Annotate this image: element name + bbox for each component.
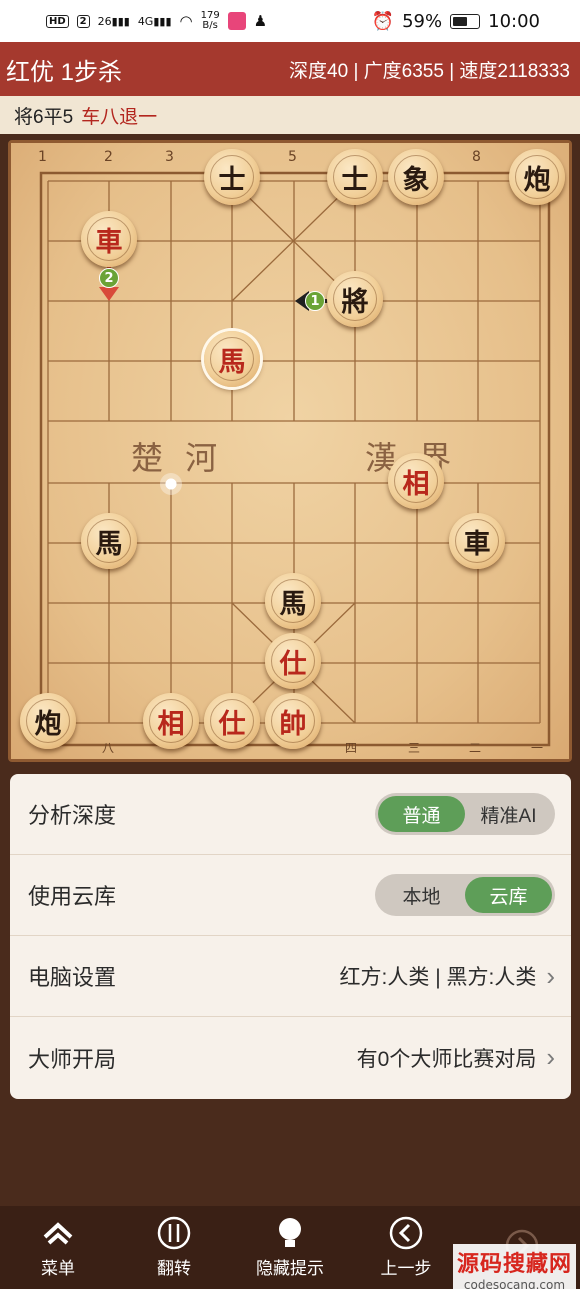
piece-black-general[interactable]: 將: [327, 271, 383, 327]
move-marker-2: 2: [99, 268, 119, 288]
file-label-2: 二: [469, 741, 482, 755]
setting-analysis-depth: 分析深度 普通 精准AI: [10, 774, 571, 855]
chevron-right-icon: ›: [546, 960, 555, 991]
file-label-4: 四: [345, 741, 358, 755]
piece-red-king[interactable]: 帥: [265, 693, 321, 749]
piece-red-advisor[interactable]: 仕: [265, 633, 321, 689]
file-number-3: 3: [165, 149, 174, 165]
setting-master-opening[interactable]: 大师开局 有0个大师比赛对局 ›: [10, 1017, 571, 1098]
move-target-dot[interactable]: [160, 473, 182, 495]
piece-black-horse[interactable]: 馬: [265, 573, 321, 629]
option-precise-ai[interactable]: 精准AI: [465, 796, 552, 832]
piece-black-cannon[interactable]: 炮: [20, 693, 76, 749]
master-opening-label: 大师开局: [28, 1046, 117, 1072]
piece-black-elephant[interactable]: 象: [388, 149, 444, 205]
river-chu-he: 楚 河: [131, 439, 224, 477]
file-label-3: 三: [408, 741, 421, 755]
analysis-depth-label: 分析深度: [28, 803, 117, 828]
nav-previous[interactable]: 上一步: [348, 1206, 464, 1289]
menu-chevron-icon: [41, 1216, 75, 1250]
piece-red-elephant[interactable]: 相: [143, 693, 199, 749]
nav-flip[interactable]: 翻转: [116, 1206, 232, 1289]
cloud-db-toggle[interactable]: 本地 云库: [375, 874, 555, 916]
chess-board[interactable]: 1 2 3 5 8 八 四 三 二 一 楚 河 漢 界 士 士 象 炮 車 將 …: [8, 140, 572, 762]
piece-black-cannon[interactable]: 炮: [509, 149, 565, 205]
chevron-right-icon: ›: [546, 1042, 555, 1072]
option-local[interactable]: 本地: [378, 877, 465, 913]
option-cloud[interactable]: 云库: [465, 877, 552, 913]
setting-cloud-db: 使用云库 本地 云库: [10, 855, 571, 936]
piece-black-horse[interactable]: 馬: [81, 513, 137, 569]
computer-settings-value: 红方:人类 | 黑方:人类 ›: [339, 960, 555, 991]
cloud-db-label: 使用云库: [28, 884, 117, 909]
file-number-5: 5: [288, 149, 297, 165]
lightbulb-icon: [273, 1216, 307, 1250]
piece-black-advisor[interactable]: 士: [204, 149, 260, 205]
file-number-1: 1: [38, 149, 47, 165]
piece-red-elephant[interactable]: 相: [388, 453, 444, 509]
move-marker-1: 1: [305, 291, 325, 311]
analysis-settings-card: 分析深度 普通 精准AI 使用云库 本地 云库 电脑设置 红方:人类 | 黑方:…: [10, 774, 571, 1099]
watermark: 源码搜藏网 codesocang.com: [452, 1244, 576, 1289]
file-number-8: 8: [472, 149, 481, 165]
nav-hide-hint[interactable]: 隐藏提示: [232, 1206, 348, 1289]
nav-menu[interactable]: 菜单: [0, 1206, 116, 1289]
computer-settings-label: 电脑设置: [28, 965, 117, 990]
flip-icon: [157, 1216, 191, 1250]
back-icon: [389, 1216, 423, 1250]
analysis-depth-toggle[interactable]: 普通 精准AI: [375, 793, 555, 835]
piece-red-horse[interactable]: 馬: [204, 331, 260, 387]
option-normal[interactable]: 普通: [378, 796, 465, 832]
file-label-1: 一: [531, 741, 544, 755]
piece-red-advisor[interactable]: 仕: [204, 693, 260, 749]
piece-black-advisor[interactable]: 士: [327, 149, 383, 205]
file-label-8: 八: [102, 741, 115, 755]
piece-black-chariot[interactable]: 車: [449, 513, 505, 569]
piece-red-chariot[interactable]: 車: [81, 211, 137, 267]
setting-computer[interactable]: 电脑设置 红方:人类 | 黑方:人类 ›: [10, 936, 571, 1017]
file-number-2: 2: [104, 149, 113, 165]
master-opening-value: 有0个大师比赛对局 ›: [356, 1042, 555, 1072]
